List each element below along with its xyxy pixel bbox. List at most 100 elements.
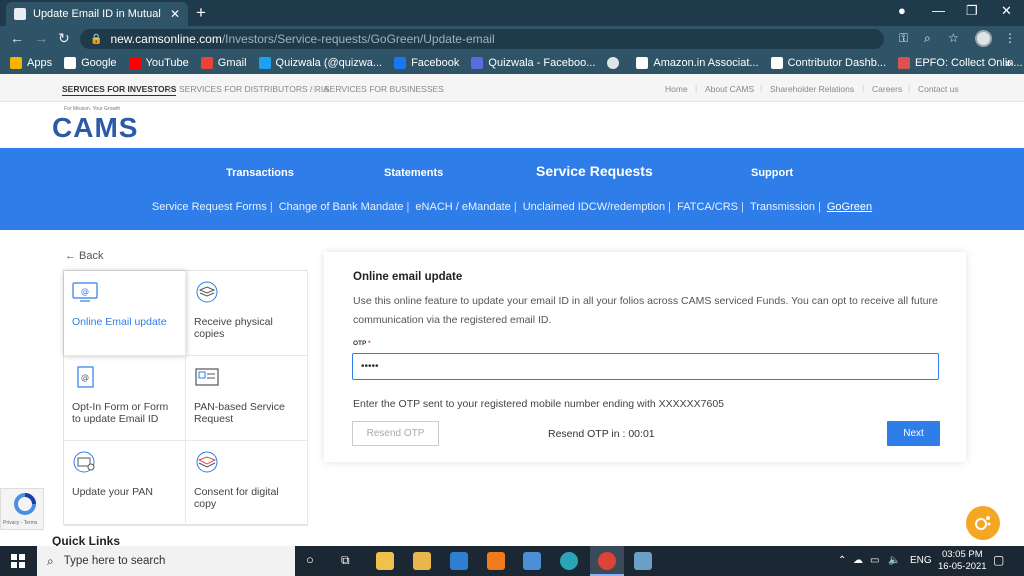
link-shareholder[interactable]: Shareholder Relations <box>770 84 854 94</box>
option-receive-physical[interactable]: Receive physical copies <box>186 271 308 356</box>
link-careers[interactable]: Careers <box>872 84 902 94</box>
reload-icon[interactable]: ↻ <box>58 30 70 47</box>
divider: | <box>313 83 316 93</box>
nav-service-requests[interactable]: Service Requests <box>536 163 653 179</box>
notification-icon[interactable]: ▢ <box>993 553 1004 567</box>
option-online-email-update[interactable]: @ Online Email update <box>64 271 186 356</box>
new-tab-button[interactable]: + <box>196 3 206 23</box>
cortana-icon[interactable]: ○ <box>306 552 314 567</box>
document-email-icon: @ <box>77 366 94 388</box>
tab-close-icon[interactable]: ✕ <box>170 7 180 21</box>
link-home[interactable]: Home <box>665 84 688 94</box>
link-about[interactable]: About CAMS <box>705 84 754 94</box>
network-icon[interactable]: ▭ <box>870 555 879 566</box>
bookmark-google[interactable]: Google <box>64 57 117 69</box>
bookmark-gmail[interactable]: Gmail <box>200 57 247 69</box>
search-icon: ⌕ <box>47 553 54 568</box>
otp-input[interactable] <box>352 353 939 380</box>
task-view-icon[interactable]: ⧉ <box>341 553 350 568</box>
key-icon[interactable]: ⚿ <box>899 31 908 46</box>
language-indicator[interactable]: ENG <box>910 555 932 566</box>
option-update-pan[interactable]: Update your PAN <box>64 441 186 526</box>
bookmark-star-icon[interactable]: ☆ <box>948 31 959 45</box>
chat-icon <box>975 516 991 530</box>
cloud-icon[interactable]: ☁ <box>853 555 863 566</box>
lock-icon: 🔒 <box>90 33 103 45</box>
subnav-forms[interactable]: Service Request Forms <box>152 201 267 213</box>
bookmark-twitter[interactable]: Quizwala (@quizwa... <box>258 57 382 69</box>
nav-transactions[interactable]: Transactions <box>226 167 294 179</box>
minimize-icon[interactable]: — <box>932 3 945 18</box>
amazon-icon <box>636 57 649 69</box>
chat-bubble-button[interactable] <box>966 506 1000 540</box>
youtube-icon <box>128 57 141 69</box>
taskbar-search[interactable]: ⌕ Type here to search <box>37 546 295 576</box>
app-window-icon[interactable] <box>523 552 541 570</box>
bookmark-quizwala-facebook[interactable]: Quizwala - Faceboo... <box>471 57 595 69</box>
id-card-icon <box>195 368 219 386</box>
sub-nav: Service Request Forms | Change of Bank Ma… <box>151 201 873 213</box>
card-title: Online email update <box>353 271 463 283</box>
store-icon[interactable] <box>376 552 394 570</box>
segment-investors[interactable]: SERVICES FOR INVESTORS <box>62 84 177 96</box>
option-consent-digital[interactable]: Consent for digital copy <box>186 441 308 526</box>
back-arrow-icon[interactable]: ← <box>10 30 24 46</box>
subnav-gogreen[interactable]: GoGreen <box>827 201 872 213</box>
browser-tab[interactable]: Update Email ID in Mutual Fund ✕ <box>6 2 188 26</box>
mail-icon[interactable] <box>450 552 468 570</box>
file-explorer-icon[interactable] <box>413 552 431 570</box>
windows-taskbar: ⌕ Type here to search ○ ⧉ ⌃ ☁ ▭ 🔈 ENG 03… <box>0 546 1024 576</box>
subnav-bank-mandate[interactable]: Change of Bank Mandate <box>279 201 404 213</box>
forward-arrow-icon[interactable]: → <box>34 30 48 46</box>
facebook-icon <box>394 57 407 69</box>
segment-distributors[interactable]: SERVICES FOR DISTRIBUTORS / RIA <box>179 84 329 94</box>
back-link[interactable]: ← Back <box>65 250 104 262</box>
subnav-transmission[interactable]: Transmission <box>750 201 815 213</box>
tab-search-icon[interactable]: ● <box>898 3 906 18</box>
edge-icon[interactable] <box>560 552 578 570</box>
subnav-enach[interactable]: eNACH / eMandate <box>415 201 510 213</box>
chrome-icon[interactable] <box>598 552 616 570</box>
svg-text:@: @ <box>81 287 89 296</box>
monitor-email-icon: @ <box>72 282 98 302</box>
address-bar[interactable]: 🔒 new.camsonline.com/Investors/Service-r… <box>80 29 884 49</box>
link-contact[interactable]: Contact us <box>918 84 959 94</box>
tray-chevron-icon[interactable]: ⌃ <box>838 555 846 566</box>
volume-icon[interactable]: 🔈 <box>888 555 900 566</box>
taskbar-clock[interactable]: 03:05 PM 16-05-2021 <box>938 549 987 573</box>
bookmark-apps[interactable]: Apps <box>10 57 52 69</box>
apps-grid-icon <box>10 57 22 69</box>
subnav-fatca[interactable]: FATCA/CRS <box>677 201 738 213</box>
bookmark-amazon[interactable]: Amazon.in Associat... <box>636 57 759 69</box>
otp-hint: Enter the OTP sent to your registered mo… <box>353 398 725 410</box>
bookmark-contributor[interactable]: Contributor Dashb... <box>770 57 886 69</box>
recaptcha-badge[interactable]: Privacy - Terms <box>0 488 44 530</box>
window-close-icon[interactable]: ✕ <box>1001 3 1012 19</box>
bookmark-epfo[interactable]: EPFO: Collect Onlin... <box>898 57 1023 69</box>
paint-icon[interactable] <box>634 552 652 570</box>
bookmark-youtube[interactable]: YouTube <box>128 57 189 69</box>
divider: | <box>168 83 171 93</box>
bookmark-globe[interactable] <box>607 57 624 69</box>
menu-kebab-icon[interactable]: ⋮ <box>1004 31 1016 45</box>
next-button[interactable]: Next <box>887 421 940 446</box>
divider: | <box>695 83 698 93</box>
gmail-icon <box>200 57 213 69</box>
zoom-icon[interactable]: ⌕ <box>924 31 931 46</box>
profile-avatar[interactable] <box>975 30 992 47</box>
twitter-icon <box>258 57 271 69</box>
resend-otp-button[interactable]: Resend OTP <box>352 421 439 446</box>
restore-icon[interactable]: ❐ <box>966 3 978 19</box>
bookmarks-more-button[interactable]: » <box>1005 56 1012 70</box>
windows-start-icon[interactable] <box>11 554 25 568</box>
segment-businesses[interactable]: SERVICES FOR BUSINESSES <box>324 84 444 94</box>
otp-label: OTP * <box>353 340 371 347</box>
bookmark-facebook[interactable]: Facebook <box>394 57 459 69</box>
subnav-unclaimed[interactable]: Unclaimed IDCW/redemption <box>523 201 665 213</box>
nav-support[interactable]: Support <box>751 167 793 179</box>
option-optin-form[interactable]: @ Opt-In Form or Form to update Email ID <box>64 356 186 441</box>
nav-statements[interactable]: Statements <box>384 167 443 179</box>
option-pan-service-request[interactable]: PAN-based Service Request <box>186 356 308 441</box>
cams-logo[interactable]: For Mission. Your Growth CAMS <box>52 106 142 143</box>
vlc-icon[interactable] <box>487 552 505 570</box>
